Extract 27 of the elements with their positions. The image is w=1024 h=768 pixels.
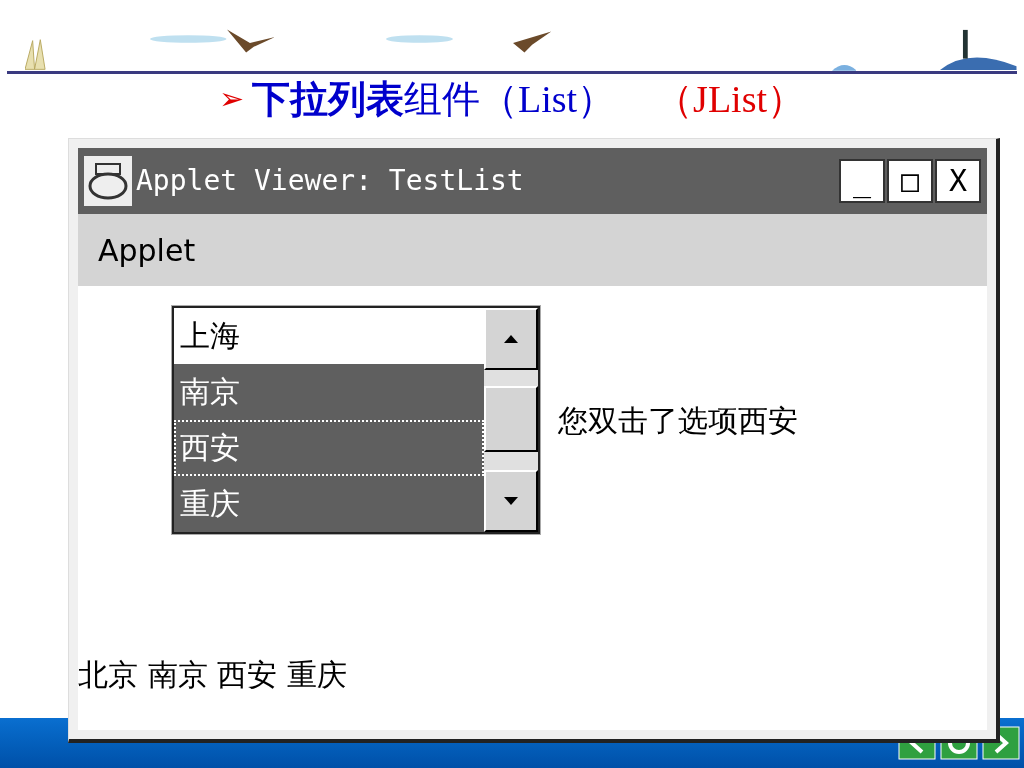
window-control-button[interactable]: X <box>935 159 981 203</box>
window-control-button[interactable]: □ <box>887 159 933 203</box>
sailboat-icon <box>25 39 47 71</box>
cloud-icon <box>386 35 454 43</box>
applet-icon <box>84 156 132 206</box>
result-text: 北京 南京 西安 重庆 <box>78 656 348 694</box>
slide-title-note: （JList） <box>655 80 805 118</box>
slide-title: 下拉列表组件（List） <box>252 80 616 118</box>
scroll-thumb[interactable] <box>484 386 538 452</box>
double-click-message: 您双击了选项西安 <box>558 401 798 440</box>
bullet-icon: ➢ <box>219 84 244 114</box>
rock-figure-icon <box>940 29 1017 71</box>
list-item[interactable]: 重庆 <box>174 476 484 532</box>
window-control-button[interactable]: _ <box>839 159 885 203</box>
window-title: Applet Viewer: TestList <box>136 163 525 199</box>
list-item[interactable]: 西安 <box>174 420 484 476</box>
scrollbar[interactable] <box>484 308 538 532</box>
down-arrow-icon <box>504 497 518 505</box>
bird-icon <box>513 31 552 53</box>
scroll-up-button[interactable] <box>484 308 538 370</box>
scroll-down-button[interactable] <box>484 470 538 532</box>
bird-icon <box>226 29 275 53</box>
list-item[interactable]: 南京 <box>174 364 484 420</box>
list-box[interactable]: 上海 南京 西安 重庆 <box>172 306 540 534</box>
up-arrow-icon <box>504 335 518 343</box>
menu-item[interactable]: Applet <box>98 227 196 273</box>
cloud-icon <box>150 35 227 43</box>
